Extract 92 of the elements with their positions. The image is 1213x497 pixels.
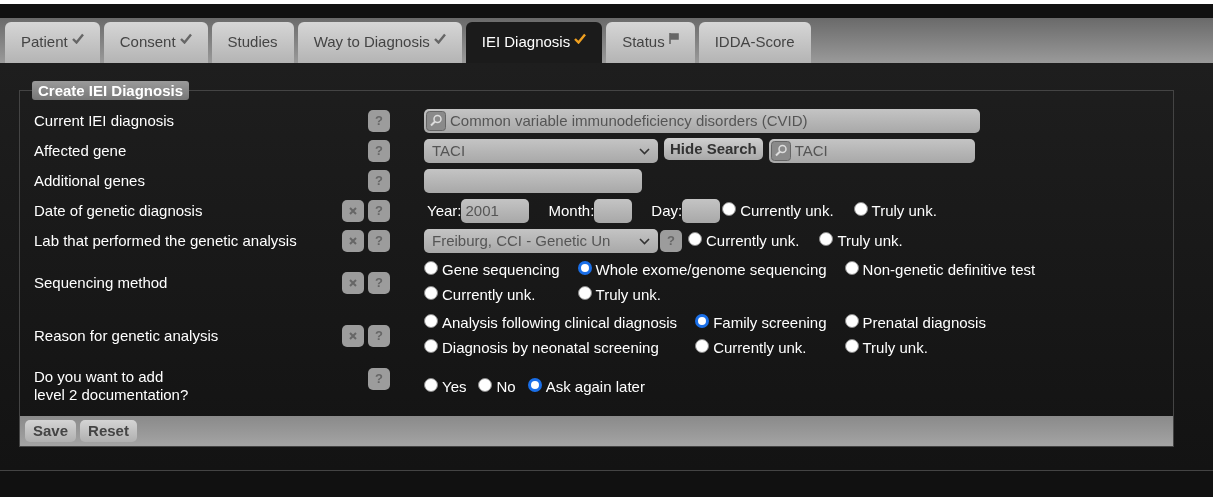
tab[interactable]: Consent [103,22,208,63]
radio-label: Currently unk. [706,230,800,251]
search-field[interactable]: Common variable immunodeficiency disorders (CVID) [424,109,980,133]
radio-button[interactable] [844,261,859,276]
field-label: Additional genes [33,172,146,190]
clear-button[interactable] [342,200,364,222]
radio-button[interactable] [722,202,737,216]
radio-button[interactable] [577,261,592,276]
radio-button[interactable] [424,261,438,276]
date-label: Day: [651,200,683,221]
check-icon [574,33,587,44]
radio-label: Gene sequencing [442,260,560,280]
check-icon [71,33,84,44]
dropdown[interactable]: Freiburg, CCI - Genetic Un [424,229,658,253]
radio-button[interactable] [844,338,859,353]
radio-label: Currently unk. [442,284,536,305]
field-label: Affected gene [33,142,128,160]
help-button[interactable]: ? [368,200,390,222]
radio-label: Truly unk. [595,284,661,305]
radio-label: Non-genetic definitive test [862,260,1036,280]
form-button[interactable]: Reset [80,420,137,442]
radio-label: No [496,377,516,397]
radio-button[interactable] [424,285,438,300]
radio-button[interactable] [478,378,493,393]
input-field[interactable] [682,199,721,223]
radio-label: Diagnosis by neonatal screening [442,337,659,358]
radio-label: Truly unk. [862,337,928,358]
help-button[interactable]: ? [368,230,390,252]
close-icon [349,237,357,245]
clear-button[interactable] [342,271,364,294]
date-label: Year: [427,200,462,221]
field-label: Date of genetic diagnosis [33,202,204,220]
radio-button[interactable] [695,338,710,353]
field-label: Reason for genetic analysis [33,326,220,345]
form-button[interactable]: Save [25,420,77,442]
input-field[interactable] [424,169,642,193]
tab[interactable]: Status [606,22,695,63]
help-button[interactable]: ? [368,140,390,162]
clear-button[interactable] [342,230,364,252]
check-icon [433,33,446,44]
search-field[interactable]: TACI [768,139,975,163]
radio-label: Family screening [713,313,827,333]
clear-button[interactable] [342,324,364,347]
close-icon [349,207,357,215]
radio-button[interactable] [424,314,438,329]
help-button[interactable]: ? [368,271,390,294]
radio-button[interactable] [424,338,438,353]
radio-label: Yes [442,377,467,397]
search-icon [426,111,446,131]
tab[interactable]: Way to Diagnosis [297,22,462,63]
radio-label: Truly unk. [871,200,937,221]
radio-button[interactable] [819,232,834,246]
radio-button[interactable] [844,314,859,329]
radio-label: Currently unk. [740,200,834,221]
radio-button[interactable] [853,202,868,216]
dropdown[interactable]: TACI [424,139,658,163]
radio-label: Analysis following clinical diagnosis [442,313,678,333]
chevron-icon [639,237,650,245]
help-button[interactable]: ? [368,368,390,390]
radio-label: Whole exome/genome sequencing [595,260,827,280]
tab[interactable]: Patient [5,22,100,63]
radio-label: Currently unk. [713,337,807,358]
radio-label: Ask again later [545,377,645,397]
radio-label: Prenatal diagnosis [862,313,986,333]
tab[interactable]: Studies [211,22,294,63]
field-label: Do you want to add level 2 documentation? [33,368,190,404]
hide-search-button[interactable]: Hide Search [664,138,763,160]
help-button[interactable]: ? [368,170,390,192]
search-icon [770,141,791,161]
radio-button[interactable] [424,378,438,393]
field-label: Current IEI diagnosis [33,112,176,130]
radio-button[interactable] [695,314,710,329]
close-icon [349,331,357,340]
radio-label: Truly unk. [837,230,903,251]
help-button[interactable]: ? [660,230,682,252]
form-title: Create IEI Diagnosis [32,81,190,100]
field-label: Sequencing method [33,273,169,292]
flag-icon [668,33,679,44]
radio-button[interactable] [577,285,592,300]
field-label: Lab that performed the genetic analysis [33,232,298,250]
tab[interactable]: IDDA-Score [698,22,811,63]
radio-button[interactable] [688,232,702,246]
help-button[interactable]: ? [368,110,390,132]
date-label: Month: [548,200,595,221]
radio-button[interactable] [527,378,542,393]
chevron-icon [639,147,650,155]
input-field[interactable] [594,199,633,223]
help-button[interactable]: ? [368,324,390,347]
check-icon [179,33,192,44]
close-icon [349,278,357,287]
tab[interactable]: IEI Diagnosis [465,22,603,63]
input-field[interactable]: 2001 [461,199,530,223]
